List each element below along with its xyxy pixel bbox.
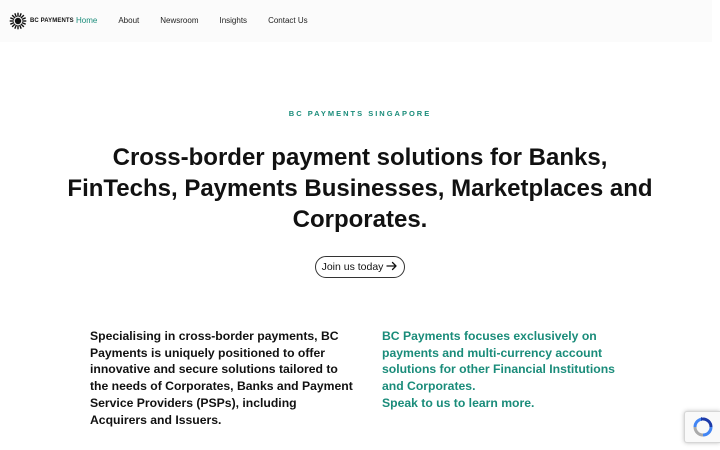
- intro-right-cta-text: Speak to us to learn more.: [382, 395, 535, 410]
- intro-text-left: Specialising in cross-border payments, B…: [90, 329, 353, 427]
- hero-eyebrow: BC PAYMENTS SINGAPORE: [288, 109, 432, 118]
- site-logo[interactable]: BC PAYMENTS: [9, 12, 74, 30]
- main-nav: Home About Newsroom Insights Contact Us: [76, 16, 329, 26]
- join-us-button[interactable]: Join us today: [315, 256, 405, 278]
- arrow-right-icon: [386, 261, 398, 274]
- intro-text-right: BC Payments focuses exclusively on payme…: [382, 328, 632, 412]
- nav-contact-us[interactable]: Contact Us: [268, 16, 308, 26]
- site-header: BC PAYMENTS Home About Newsroom Insights…: [0, 0, 712, 42]
- nav-about[interactable]: About: [118, 16, 139, 26]
- nav-insights[interactable]: Insights: [219, 16, 247, 26]
- nav-newsroom[interactable]: Newsroom: [160, 16, 198, 26]
- join-us-label: Join us today: [321, 261, 384, 273]
- logo-text: BC PAYMENTS: [30, 18, 74, 24]
- recaptcha-badge[interactable]: [684, 411, 720, 443]
- hero-headline: Cross-border payment solutions for Banks…: [67, 144, 653, 233]
- nav-home[interactable]: Home: [76, 16, 97, 26]
- sunburst-logo-icon: [9, 12, 27, 30]
- recaptcha-icon: [693, 417, 712, 437]
- intro-right-paragraph: BC Payments focuses exclusively on payme…: [382, 329, 615, 394]
